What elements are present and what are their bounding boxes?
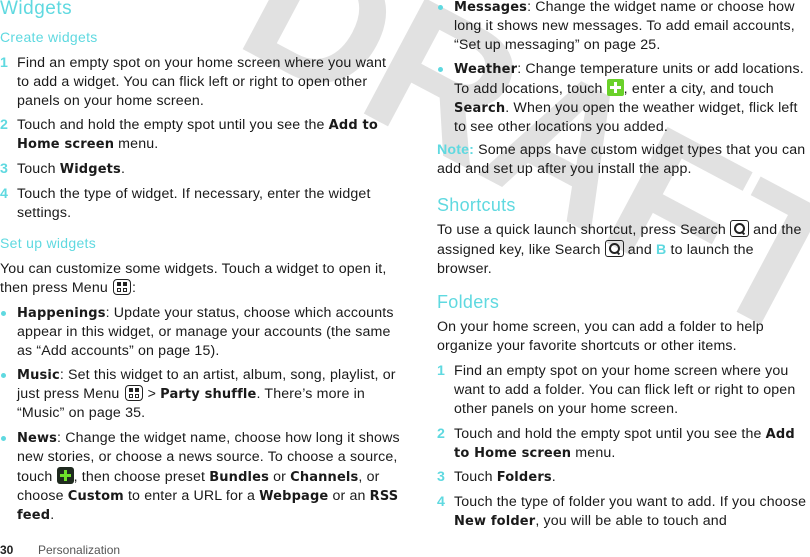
folder-step-2: 2 Touch and hold the empty spot until yo… — [437, 426, 795, 461]
folders-intro: On your home screen, you can add a folde… — [437, 319, 764, 354]
create-step-3: 3 Touch Widgets. — [0, 161, 126, 177]
shortcuts-heading: Shortcuts — [437, 195, 516, 215]
bullet-happenings: Happenings: Update your status, choose w… — [0, 304, 400, 361]
shortcut-key: B — [655, 242, 667, 258]
note-label: Note: — [437, 142, 475, 158]
setup-intro: You can customize some widgets. Touch a … — [0, 261, 387, 296]
create-step-1: 1 Find an empty spot on your home screen… — [0, 55, 387, 109]
create-step-4: 4 Touch the type of widget. If necessary… — [0, 186, 371, 221]
bullet-weather: Weather: Change temperature units or add… — [437, 60, 810, 137]
folder-step-1: 1 Find an empty spot on your home screen… — [437, 363, 796, 417]
add-plus-icon — [56, 467, 74, 484]
folders-heading: Folders — [437, 292, 500, 312]
note-paragraph: Note: Some apps have custom widget types… — [437, 142, 806, 177]
create-widgets-heading: Create widgets — [0, 29, 98, 45]
shortcuts-paragraph: To use a quick launch shortcut, press Se… — [437, 220, 802, 277]
folder-step-4: 4 Touch the type of folder you want to a… — [437, 494, 807, 529]
bullet-icon — [1, 373, 6, 378]
create-step-2: 2 Touch and hold the empty spot until yo… — [0, 117, 378, 152]
bullet-messages: Messages: Change the widget name or choo… — [437, 0, 810, 55]
bullet-icon — [438, 5, 443, 10]
bullet-icon — [1, 311, 6, 316]
page-number: 30 — [0, 543, 14, 557]
bullet-news: News: Change the widget name, choose how… — [0, 429, 400, 525]
section-name: Personalization — [38, 543, 121, 557]
add-location-plus-icon — [606, 79, 624, 96]
bullet-icon — [438, 67, 443, 72]
page-title: Widgets — [0, 0, 73, 19]
menu-key-icon — [113, 279, 132, 295]
page-footer: 30 Personalization — [0, 543, 120, 557]
menu-key-icon — [124, 385, 143, 401]
search-key-icon — [730, 220, 750, 237]
setup-widgets-heading: Set up widgets — [0, 235, 97, 251]
folder-step-3: 3 Touch Folders. — [437, 469, 556, 485]
search-key-icon — [604, 240, 624, 257]
bullet-music: Music: Set this widget to an artist, alb… — [0, 366, 400, 423]
bullet-icon — [1, 436, 6, 441]
